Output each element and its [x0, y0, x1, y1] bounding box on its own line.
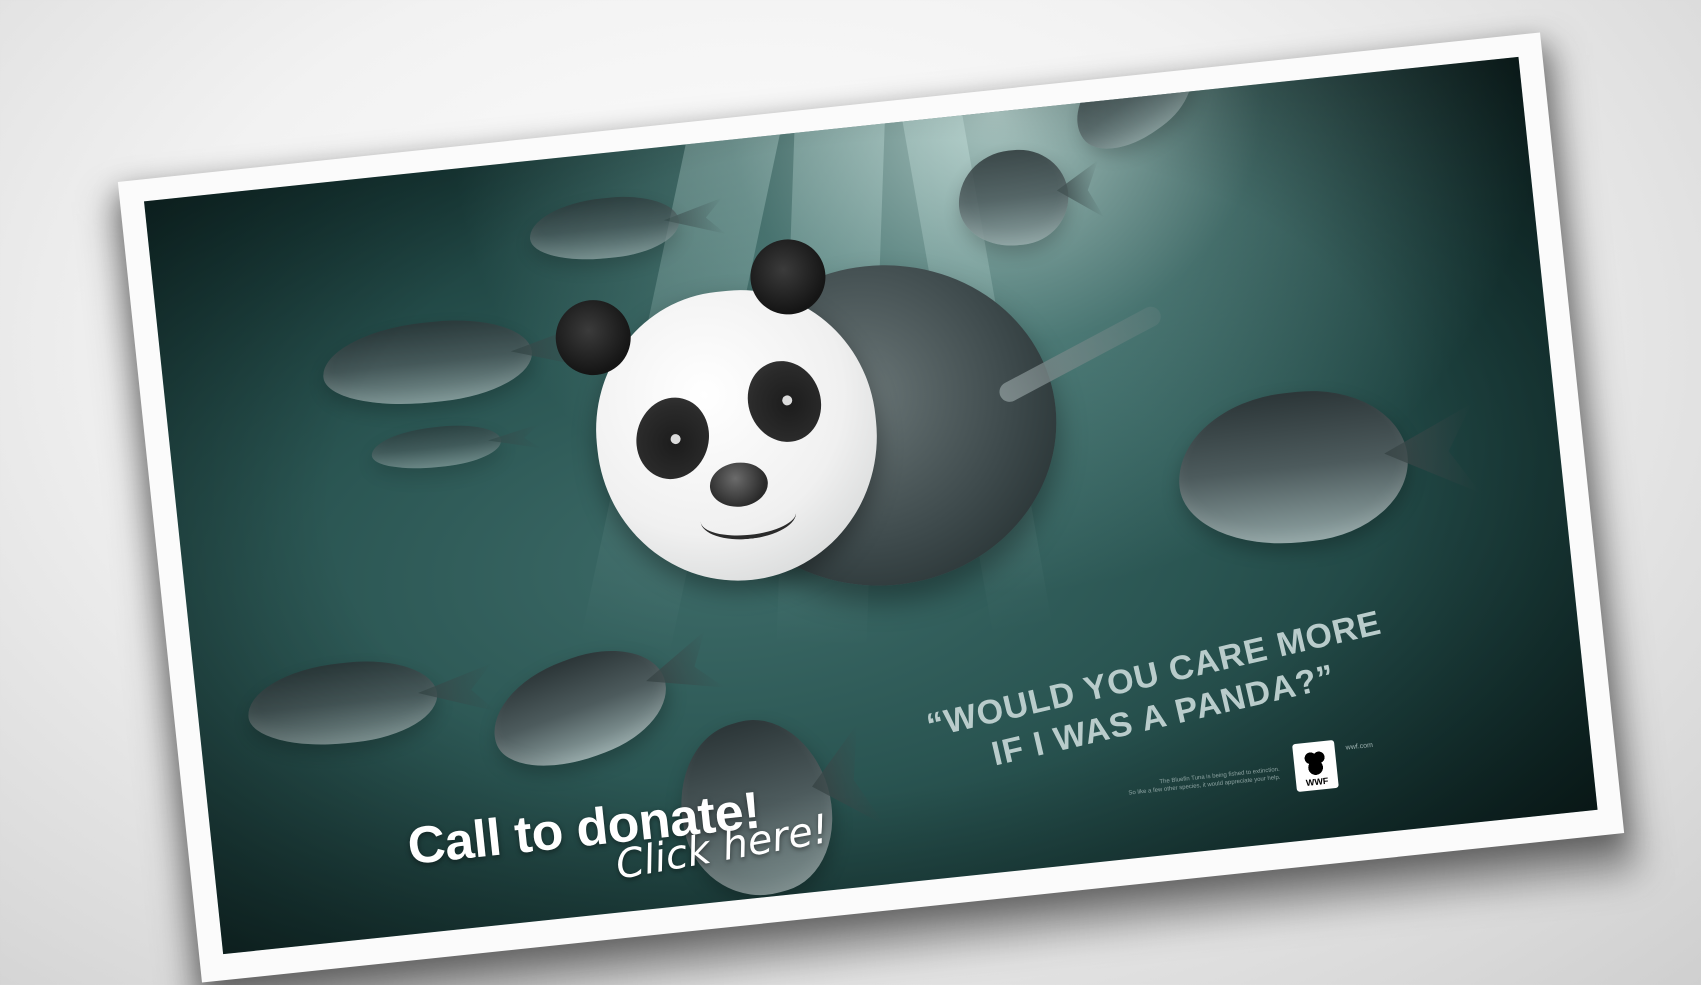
logo-text: WWF [1305, 775, 1329, 789]
tuna-fish [243, 653, 442, 754]
panda-ear-left [552, 296, 635, 379]
panda-tuna [538, 216, 1165, 638]
tuna-fish [526, 190, 683, 267]
tuna-fish [318, 311, 537, 414]
postcard: “WOULD YOU CARE MORE IF I WAS A PANDA?” … [117, 32, 1625, 983]
poster-fine-print: The Bluefin Tuna is being fished to exti… [1050, 766, 1281, 806]
wwf-logo-icon: WWF [1292, 739, 1339, 793]
website-url: wwf.com [1345, 741, 1374, 752]
wwf-poster[interactable]: “WOULD YOU CARE MORE IF I WAS A PANDA?” … [144, 56, 1598, 955]
tuna-fish [369, 420, 504, 474]
panda-eye-left [627, 389, 718, 487]
panda-eye-right [736, 350, 833, 453]
panda-logo-icon [1299, 746, 1331, 778]
tuna-fish [1170, 381, 1416, 555]
tuna-fish [1057, 56, 1210, 168]
tuna-fish [477, 630, 682, 787]
panda-mouth [698, 489, 799, 544]
